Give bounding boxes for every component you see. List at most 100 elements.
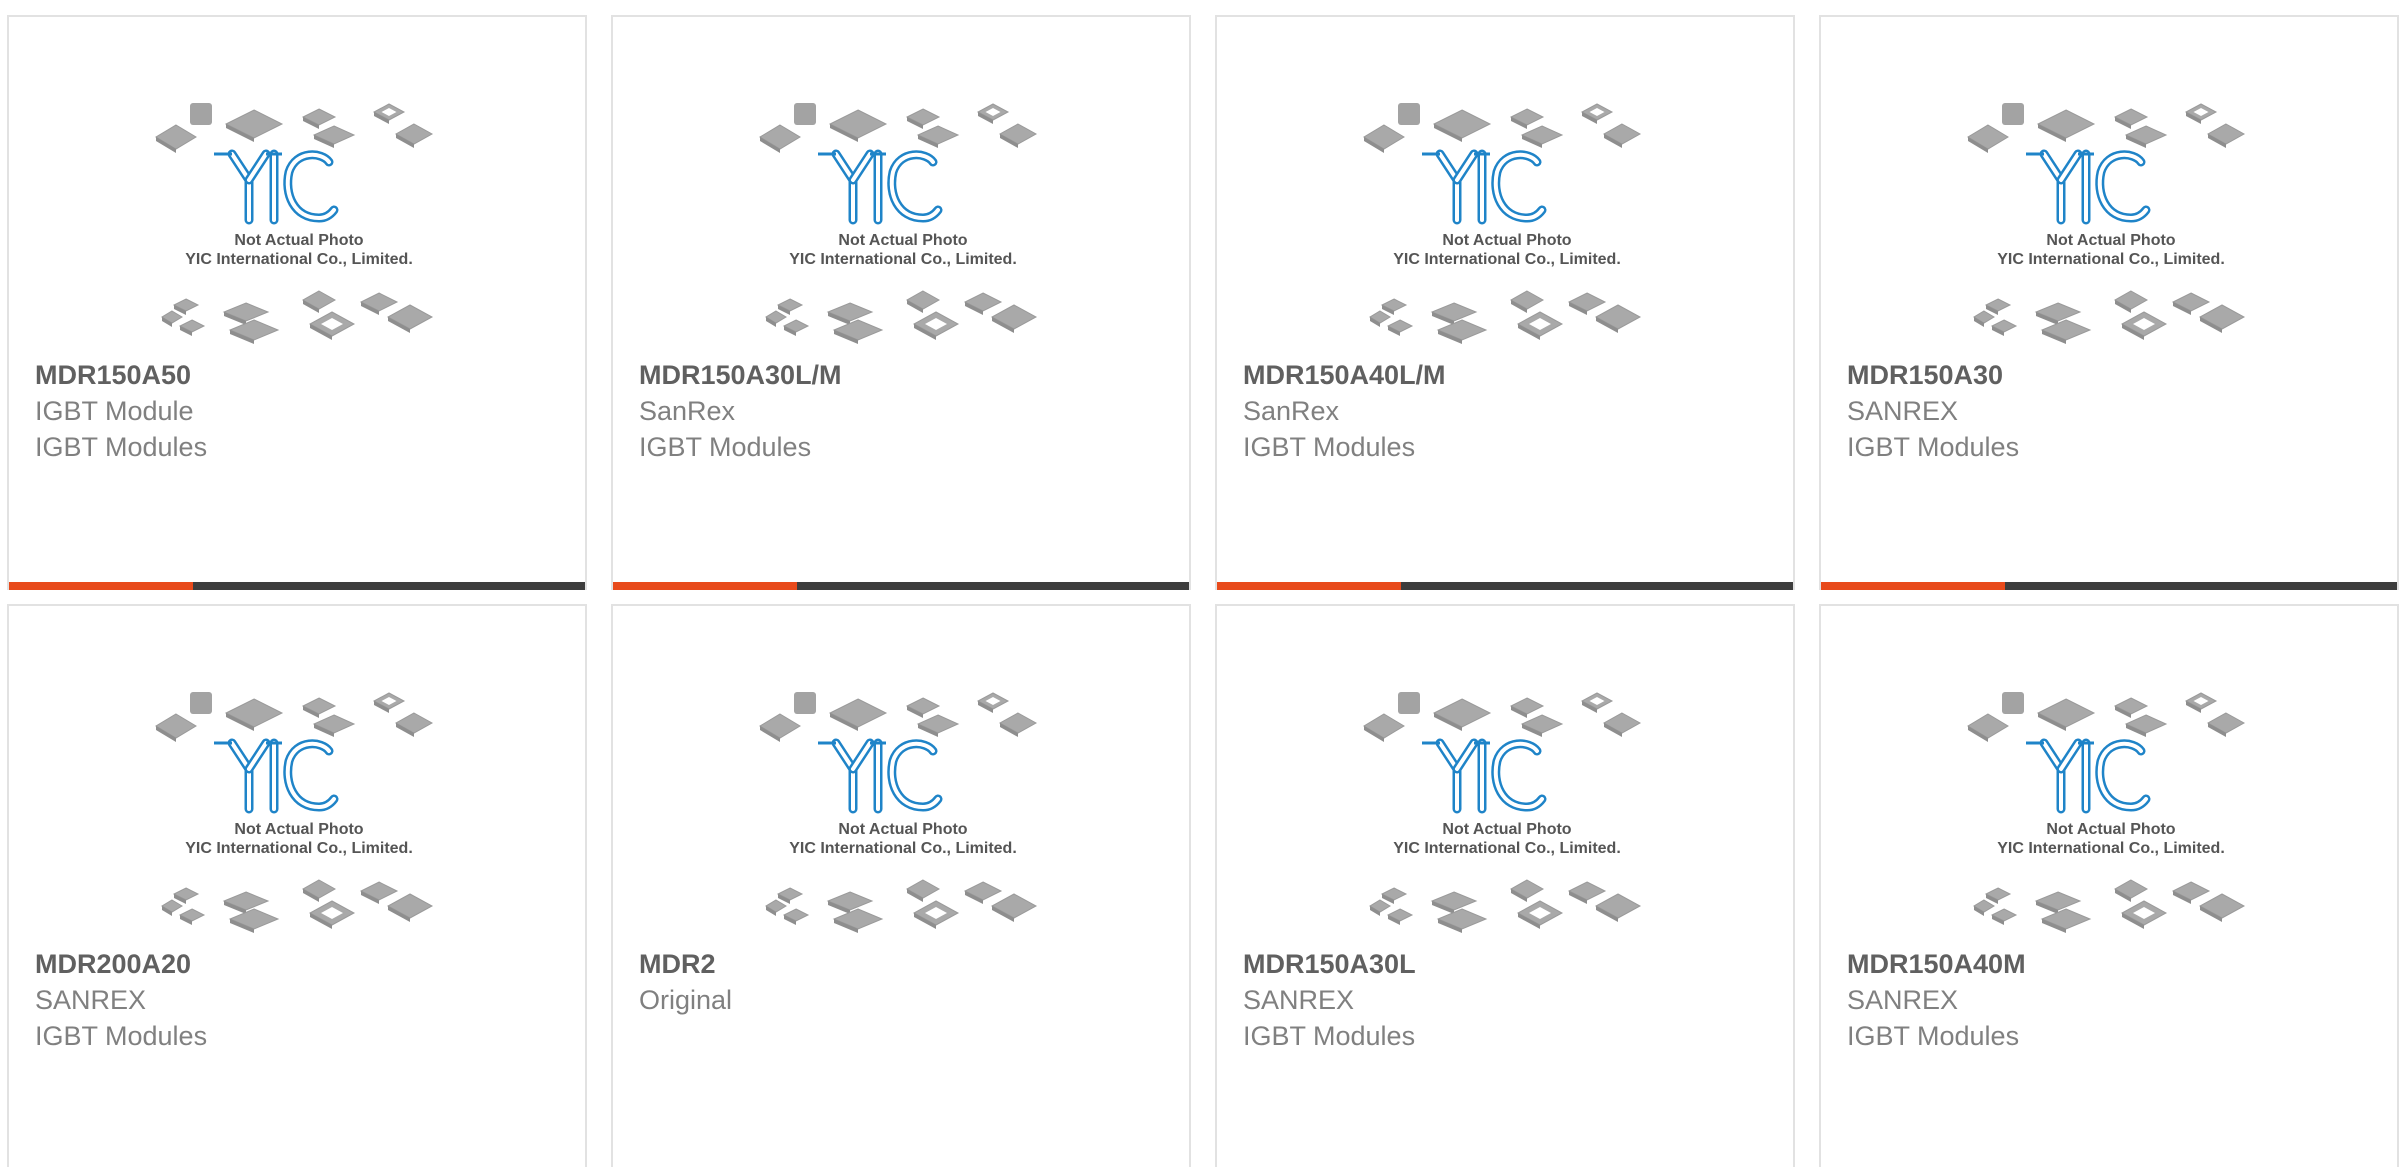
chip-icon [301,108,337,129]
chip-icon [2124,714,2168,737]
product-card[interactable]: Not Actual Photo YIC International Co., L… [1819,604,2399,1167]
chip-square-icon [1398,692,1420,714]
part-number[interactable]: MDR150A40M [1847,946,2377,982]
chip-icon [372,692,406,713]
product-card[interactable]: Not Actual Photo YIC International Co., L… [1819,15,2399,590]
chip-icon [2113,108,2149,129]
chip-icon [372,103,406,124]
product-manufacturer: SANREX [35,985,147,1015]
part-number[interactable]: MDR150A30L/M [639,357,1169,393]
product-card[interactable]: Not Actual Photo YIC International Co., L… [7,604,587,1167]
chip-icon [826,891,874,914]
product-thumbnail[interactable]: Not Actual Photo YIC International Co., L… [1362,691,1652,941]
chip-icon [2034,302,2082,325]
product-thumbnail[interactable]: Not Actual Photo YIC International Co., L… [154,691,444,941]
chip-icon [2184,103,2218,124]
chip-icon [1432,109,1492,142]
product-card[interactable]: Not Actual Photo YIC International Co., L… [1215,15,1795,590]
chip-icon [2036,109,2096,142]
product-thumbnail[interactable]: Not Actual Photo YIC International Co., L… [1966,102,2256,352]
yic-logo [818,738,943,814]
product-card[interactable]: Not Actual Photo YIC International Co., L… [7,15,587,590]
chip-icon [912,311,960,340]
product-thumbnail[interactable]: Not Actual Photo YIC International Co., L… [1362,102,1652,352]
chip-icon [301,879,337,902]
part-number[interactable]: MDR150A50 [35,357,565,393]
chip-square-icon [2002,103,2024,125]
chip-icon [1580,103,1614,124]
chip-icon [826,302,874,325]
chip-icon [1432,698,1492,731]
product-thumbnail[interactable]: Not Actual Photo YIC International Co., L… [1966,691,2256,941]
part-number[interactable]: MDR150A30 [1847,357,2377,393]
chip-icon [759,713,801,742]
part-number[interactable]: MDR150A40L/M [1243,357,1773,393]
product-manufacturer: SANREX [1847,985,1959,1015]
chip-icon [1602,123,1642,148]
chip-square-icon [1398,103,1420,125]
chip-icon [1516,900,1564,929]
yic-logo [2026,149,2151,225]
chip-icon [224,109,284,142]
chip-icon [1990,908,2018,925]
placeholder-caption-line2: YIC International Co., Limited. [185,840,413,857]
product-grid: Not Actual Photo YIC International Co., L… [0,0,2400,1167]
chip-icon [828,109,888,142]
placeholder-caption-line1: Not Actual Photo [1442,232,1571,249]
chip-icon [2124,125,2168,148]
placeholder-caption-line2: YIC International Co., Limited. [1393,840,1621,857]
product-thumbnail[interactable]: Not Actual Photo YIC International Co., L… [758,102,1048,352]
product-manufacturer: SanRex [1243,396,1340,426]
product-card[interactable]: Not Actual Photo YIC International Co., L… [1215,604,1795,1167]
chip-icon [905,108,941,129]
product-card[interactable]: Not Actual Photo YIC International Co., L… [611,15,1191,590]
product-card[interactable]: Not Actual Photo YIC International Co., L… [611,604,1191,1167]
chip-icon [976,692,1010,713]
chip-icon [394,123,434,148]
chip-icon [1369,899,1391,916]
chip-icon [301,290,337,313]
chip-icon [2206,712,2246,737]
placeholder-caption-line2: YIC International Co., Limited. [789,251,1017,268]
chip-icon [359,292,399,315]
chip-icon [222,302,270,325]
chip-icon [1520,125,1564,148]
chip-icon [172,298,200,315]
chip-icon [1380,887,1408,904]
chip-icon [1386,319,1414,336]
chip-icon [963,881,1003,904]
chip-icon [1602,712,1642,737]
product-thumbnail[interactable]: Not Actual Photo YIC International Co., L… [758,691,1048,941]
chip-icon [765,899,787,916]
chip-icon [998,712,1038,737]
product-thumbnail[interactable]: Not Actual Photo YIC International Co., L… [154,102,444,352]
yic-logo [1422,738,1547,814]
part-number[interactable]: MDR150A30L [1243,946,1773,982]
part-number[interactable]: MDR200A20 [35,946,565,982]
product-category: IGBT Modules [639,432,812,462]
card-accent-segment [1217,582,1401,590]
chip-icon [308,311,356,340]
part-number[interactable]: MDR2 [639,946,1169,982]
chip-icon [161,899,183,916]
chip-icon [905,697,941,718]
chip-icon [912,900,960,929]
chip-icon [1369,310,1391,327]
chip-icon [1984,298,2012,315]
chip-icon [359,881,399,904]
placeholder-caption-line1: Not Actual Photo [1442,821,1571,838]
card-accent-segment [9,582,193,590]
product-manufacturer: SANREX [1243,985,1355,1015]
chip-icon [1984,887,2012,904]
chip-square-icon [2002,692,2024,714]
placeholder-caption-line1: Not Actual Photo [2046,232,2175,249]
chip-icon [776,887,804,904]
chip-icon [1509,697,1545,718]
placeholder-caption-line1: Not Actual Photo [234,821,363,838]
product-manufacturer: Original [639,985,733,1015]
chip-icon [832,908,884,933]
card-accent-bar [1217,582,1793,590]
chip-icon [1567,881,1607,904]
chip-square-icon [794,103,816,125]
chip-icon [1363,124,1405,153]
